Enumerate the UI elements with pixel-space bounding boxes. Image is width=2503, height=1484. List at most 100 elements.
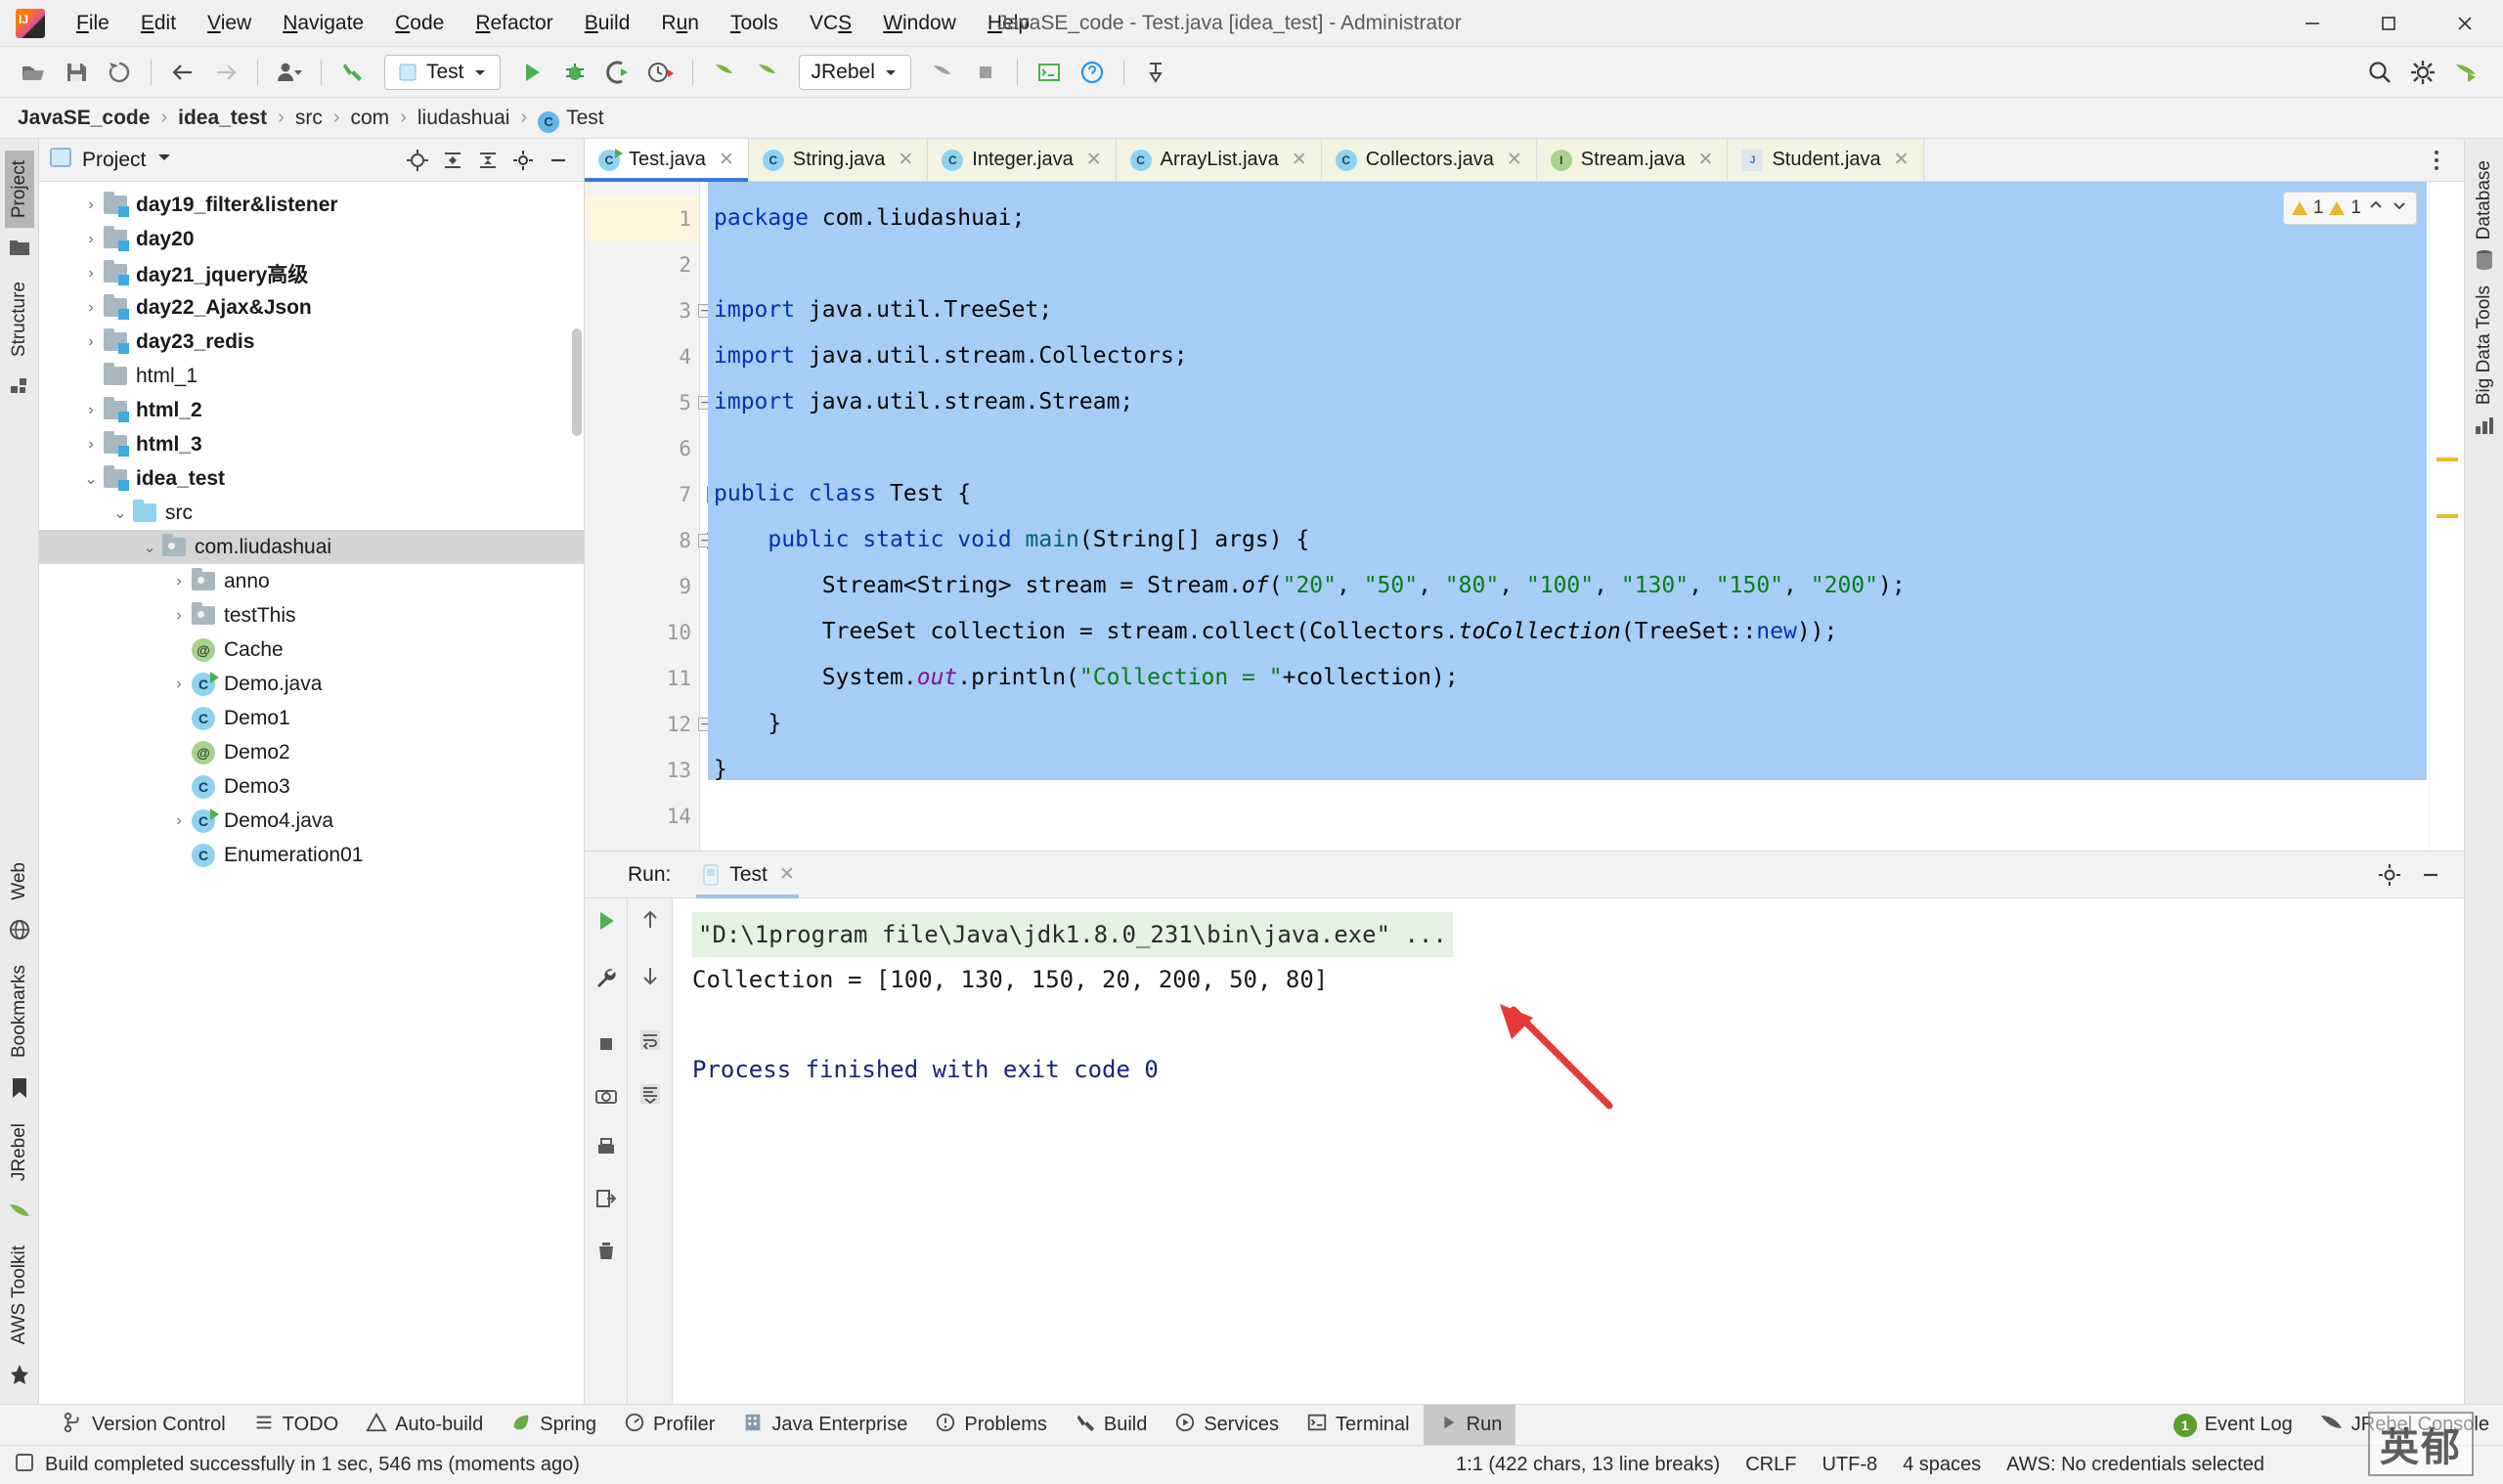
chevron-right-icon[interactable]: ›: [78, 231, 104, 248]
tree-item-testthis[interactable]: › testThis: [39, 598, 584, 633]
sidebar-tab-jrebel[interactable]: JRebel: [5, 1113, 34, 1191]
close-button[interactable]: [2427, 0, 2503, 47]
close-icon[interactable]: ✕: [1698, 149, 1714, 171]
run-configuration-selector[interactable]: Test: [384, 54, 501, 90]
gutter-line-9[interactable]: 9: [585, 563, 699, 609]
gutter-line-2[interactable]: 2: [585, 241, 699, 287]
code-line-3[interactable]: import java.util.TreeSet;: [700, 287, 2464, 333]
sidebar-tab-aws-toolkit[interactable]: AWS Toolkit: [5, 1236, 34, 1354]
gutter-line-8[interactable]: 8−: [585, 517, 720, 563]
tool-window-services[interactable]: Services: [1161, 1405, 1293, 1446]
breadcrumb-item-0[interactable]: JavaSE_code: [18, 107, 150, 130]
tree-scrollbar[interactable]: [572, 328, 582, 436]
tree-item-demo1[interactable]: C Demo1: [39, 701, 584, 735]
profiler-icon[interactable]: [642, 54, 680, 91]
hide-panel-icon[interactable]: [543, 145, 574, 176]
tool-window-terminal[interactable]: Terminal: [1293, 1405, 1424, 1446]
jrebel-play-icon[interactable]: [2447, 54, 2484, 91]
menu-code[interactable]: Code: [379, 8, 460, 39]
sidebar-tab-database[interactable]: Database: [2470, 151, 2499, 249]
chevron-right-icon[interactable]: ›: [166, 812, 192, 830]
chevron-right-icon[interactable]: ›: [166, 607, 192, 625]
tree-item-com-liudashuai[interactable]: ⌄ com.liudashuai: [39, 530, 584, 564]
settings-gear-icon[interactable]: [507, 145, 539, 176]
code-line-6[interactable]: [700, 425, 2464, 471]
build-hammer-icon[interactable]: [334, 54, 372, 91]
gutter-line-3[interactable]: 3−: [585, 287, 712, 333]
jrebel-run-icon[interactable]: [706, 54, 743, 91]
event-log-button[interactable]: 1 Event Log: [2160, 1405, 2306, 1446]
menu-tools[interactable]: Tools: [715, 8, 794, 39]
run-icon[interactable]: [513, 54, 550, 91]
search-icon[interactable]: [2361, 54, 2398, 91]
editor-options-icon[interactable]: [2421, 145, 2452, 176]
tree-item-day20[interactable]: › day20: [39, 222, 584, 256]
chevron-right-icon[interactable]: ›: [166, 573, 192, 590]
up-icon[interactable]: [638, 908, 662, 937]
tool-window-java-enterprise[interactable]: Java Enterprise: [728, 1405, 921, 1446]
tree-item-idea-test[interactable]: ⌄ idea_test: [39, 461, 584, 496]
update-icon[interactable]: [924, 54, 961, 91]
aws-credentials[interactable]: AWS: No credentials selected: [2006, 1454, 2264, 1476]
run-tab-test[interactable]: Test ✕: [688, 851, 806, 898]
menu-build[interactable]: Build: [569, 8, 646, 39]
gutter-line-13[interactable]: 13: [585, 747, 699, 793]
code-line-7[interactable]: public class Test {: [700, 471, 2464, 517]
chevron-right-icon[interactable]: ›: [78, 402, 104, 419]
chevron-right-icon[interactable]: ›: [78, 436, 104, 454]
tree-item-day19-filter-listener[interactable]: › day19_filter&listener: [39, 188, 584, 222]
database-icon[interactable]: [2475, 249, 2494, 276]
forward-icon[interactable]: [207, 54, 244, 91]
caret-position[interactable]: 1:1 (422 chars, 13 line breaks): [1456, 1454, 1720, 1476]
editor-tab-test-java[interactable]: C Test.java ✕: [585, 139, 749, 182]
export-icon[interactable]: [593, 1187, 619, 1217]
tool-window-build[interactable]: Build: [1061, 1405, 1161, 1446]
code-line-14[interactable]: [700, 793, 2464, 839]
code-line-5[interactable]: import java.util.stream.Stream;: [700, 379, 2464, 425]
gutter-line-6[interactable]: 6: [585, 425, 699, 471]
close-icon[interactable]: ✕: [779, 863, 795, 886]
maximize-button[interactable]: [2350, 0, 2427, 47]
code-line-1[interactable]: package com.liudashuai;: [700, 196, 2464, 241]
code-line-4[interactable]: import java.util.stream.Collectors;: [700, 333, 2464, 379]
menu-refactor[interactable]: Refactor: [460, 8, 568, 39]
jrebel-debug-icon[interactable]: [749, 54, 786, 91]
trash-icon[interactable]: [593, 1239, 619, 1269]
wrench-icon[interactable]: [593, 966, 619, 996]
code-line-8[interactable]: public static void main(String[] args) {: [700, 517, 2464, 563]
chevron-down-icon[interactable]: [155, 149, 173, 171]
gutter-line-5[interactable]: 5−: [585, 379, 712, 425]
indent-setting[interactable]: 4 spaces: [1903, 1454, 1981, 1476]
line-separator[interactable]: CRLF: [1745, 1454, 1796, 1476]
menu-view[interactable]: View: [192, 8, 267, 39]
sidebar-tab-project[interactable]: Project: [4, 151, 34, 229]
next-problem-icon[interactable]: [2391, 196, 2408, 220]
close-icon[interactable]: ✕: [1292, 149, 1307, 171]
code-line-9[interactable]: Stream<String> stream = Stream.of("20", …: [700, 563, 2464, 609]
aws-pin-icon[interactable]: [10, 1364, 28, 1390]
back-icon[interactable]: [164, 54, 201, 91]
tool-window-profiler[interactable]: Profiler: [610, 1405, 728, 1446]
camera-icon[interactable]: [593, 1083, 619, 1113]
run-settings-gear-icon[interactable]: [2374, 859, 2405, 891]
collapse-all-icon[interactable]: [472, 145, 504, 176]
code-line-13[interactable]: }: [700, 747, 2464, 793]
globe-icon[interactable]: [9, 919, 30, 945]
terminal-icon[interactable]: [1031, 54, 1068, 91]
editor-tab-string-java[interactable]: C String.java ✕: [748, 139, 929, 181]
code-line-10[interactable]: TreeSet collection = stream.collect(Coll…: [700, 609, 2464, 655]
menu-vcs[interactable]: VCS: [794, 8, 867, 39]
modules-icon[interactable]: [10, 376, 29, 401]
chevron-right-icon[interactable]: ›: [166, 676, 192, 693]
scroll-to-end-icon[interactable]: [637, 1081, 663, 1112]
bookmark-icon[interactable]: [11, 1077, 28, 1104]
profile-icon[interactable]: [271, 54, 308, 91]
chevron-down-icon[interactable]: ⌄: [108, 503, 133, 523]
tool-window-auto-build[interactable]: Auto-build: [352, 1405, 497, 1446]
tool-window-todo[interactable]: TODO: [240, 1405, 352, 1446]
tree-item-demo-java[interactable]: › C Demo.java: [39, 667, 584, 701]
gear-icon[interactable]: [2404, 54, 2441, 91]
editor-tab-student-java[interactable]: J Student.java ✕: [1728, 139, 1924, 181]
tree-item-html-3[interactable]: › html_3: [39, 427, 584, 461]
breadcrumb-item-4[interactable]: liudashuai: [417, 107, 510, 130]
